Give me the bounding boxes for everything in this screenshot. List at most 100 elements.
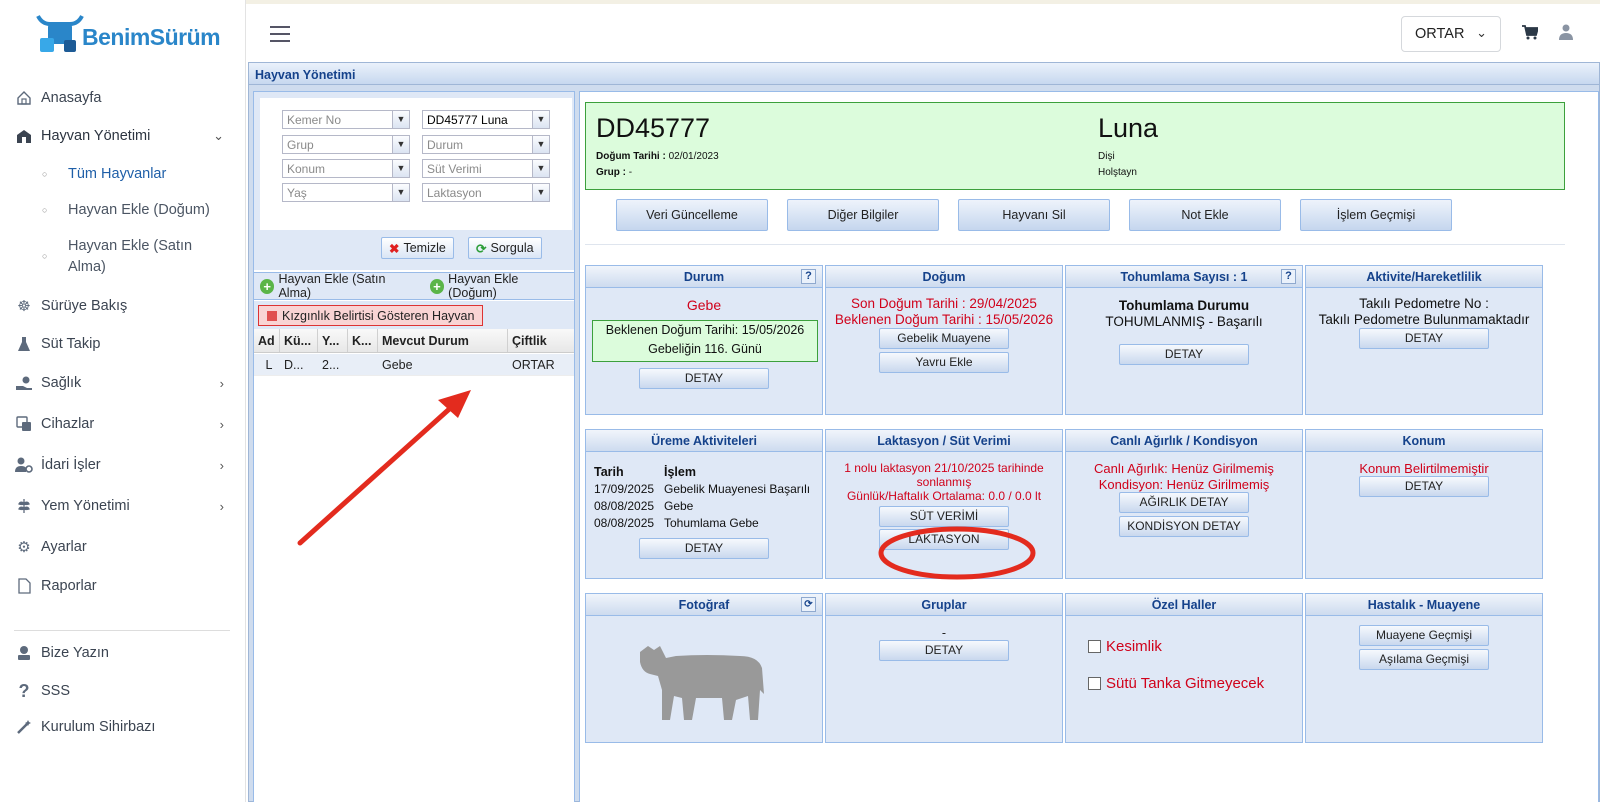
dropdown-arrow-icon[interactable]: ▼ [532, 184, 549, 201]
estrus-filter-button[interactable]: Kızgınlık Belirtisi Gösteren Hayvan [258, 305, 484, 326]
status-select[interactable]: Durum ▼ [422, 135, 550, 154]
card-title-text: Tohumlama Sayısı : 1 [1120, 270, 1248, 284]
add-calf-button[interactable]: Yavru Ekle [879, 352, 1009, 373]
card-title: Konum [1306, 430, 1542, 452]
table-row: 08/08/2025 Gebe [594, 498, 810, 515]
farm-select[interactable]: ORTAR ⌄ [1401, 16, 1501, 52]
dropdown-arrow-icon[interactable]: ▼ [532, 160, 549, 177]
birth-date-value: 02/01/2023 [668, 151, 719, 162]
dropdown-arrow-icon[interactable]: ▼ [392, 136, 409, 153]
weight-detail-button[interactable]: AĞIRLIK DETAY [1119, 492, 1249, 513]
dropdown-arrow-icon[interactable]: ▼ [392, 111, 409, 128]
estrus-bar: Kızgınlık Belirtisi Gösteren Hayvan [254, 301, 574, 329]
dropdown-arrow-icon[interactable]: ▼ [532, 136, 549, 153]
sidebar-item-herd-overview[interactable]: ☸ Sürüye Bakış [14, 296, 234, 316]
sidebar-subitem-add-purchase[interactable]: ○ Hayvan Ekle (Satın Alma) [42, 236, 222, 278]
checkbox[interactable] [1088, 640, 1101, 653]
column-header[interactable]: Mevcut Durum [378, 329, 508, 352]
other-info-button[interactable]: Diğer Bilgiler [787, 199, 939, 231]
group-row: Grup : - [596, 167, 632, 178]
red-square-icon [267, 310, 277, 321]
refresh-icon[interactable]: ⟳ [801, 597, 816, 612]
add-animal-purchase-button[interactable]: + Hayvan Ekle (Satın Alma) [260, 272, 416, 300]
chevron-down-icon: ⌄ [213, 128, 224, 143]
card-body: Konum Belirtilmemiştir DETAY [1306, 452, 1542, 497]
sidebar-item-faq[interactable]: ? SSS [14, 681, 234, 701]
condition-detail-button[interactable]: KONDİSYON DETAY [1119, 516, 1249, 537]
location-select[interactable]: Konum ▼ [282, 159, 410, 178]
vaccination-history-button[interactable]: Aşılama Geçmişi [1359, 649, 1489, 670]
chevron-right-icon: › [219, 416, 224, 432]
flask-icon [14, 334, 34, 354]
lactation-button[interactable]: LAKTASYON [879, 529, 1009, 550]
hamburger-menu-icon[interactable] [270, 26, 290, 47]
column-header[interactable]: Çiftlik [508, 329, 574, 352]
query-button[interactable]: ⟳ Sorgula [468, 237, 542, 259]
help-icon[interactable]: ? [801, 269, 816, 284]
milk-yield-button[interactable]: SÜT VERİMİ [879, 506, 1009, 527]
pregnancy-exam-button[interactable]: Gebelik Muayene [879, 328, 1009, 349]
sidebar-item-label: Süt Takip [41, 336, 101, 352]
insemination-card: Tohumlama Sayısı : 1? Tohumlama Durumu T… [1065, 265, 1303, 415]
sidebar-subitem-add-birth[interactable]: ○ Hayvan Ekle (Doğum) [42, 200, 222, 221]
animal-search-combo[interactable]: DD45777 Luna ▼ [422, 110, 550, 129]
group-select[interactable]: Grup ▼ [282, 135, 410, 154]
dropdown-arrow-icon[interactable]: ▼ [392, 160, 409, 177]
exam-history-button[interactable]: Muayene Geçmişi [1359, 625, 1489, 646]
insemination-detail-button[interactable]: DETAY [1119, 344, 1249, 365]
update-data-button[interactable]: Veri Güncelleme [616, 199, 768, 231]
sidebar-item-settings[interactable]: ⚙ Ayarlar [14, 537, 234, 557]
magic-wand-icon [14, 717, 34, 737]
insemination-state: TOHUMLANMIŞ - Başarılı [1105, 314, 1263, 329]
help-icon[interactable]: ? [1281, 269, 1296, 284]
user-icon[interactable] [1559, 24, 1573, 45]
column-header[interactable]: Kü... [280, 329, 318, 352]
checkbox[interactable] [1088, 677, 1101, 690]
group-label: Grup : [596, 167, 626, 178]
age-select[interactable]: Yaş ▼ [282, 183, 410, 202]
table-row[interactable]: L D... 2... Gebe ORTAR [254, 354, 574, 376]
document-icon [14, 576, 34, 596]
sidebar-item-admin[interactable]: İdari İşler › [14, 455, 234, 475]
milk-yield-select[interactable]: Süt Verimi ▼ [422, 159, 550, 178]
breeding-detail-button[interactable]: DETAY [639, 538, 769, 559]
photo-card: Fotoğraf ⟳ [585, 593, 823, 743]
status-detail-button[interactable]: DETAY [639, 368, 769, 389]
add-animal-birth-button[interactable]: + Hayvan Ekle (Doğum) [429, 272, 566, 300]
sidebar-item-milk-tracking[interactable]: Süt Takip [14, 334, 234, 354]
location-detail-button[interactable]: DETAY [1359, 476, 1489, 497]
slaughter-checkbox[interactable]: Kesimlik [1088, 638, 1162, 655]
belt-no-select[interactable]: Kemer No ▼ [282, 110, 410, 129]
refresh-icon: ⟳ [476, 241, 487, 256]
clear-button[interactable]: ✖ Temizle [381, 237, 454, 259]
sidebar-item-home[interactable]: Anasayfa [14, 88, 234, 108]
contact-icon [14, 643, 34, 663]
dropdown-arrow-icon[interactable]: ▼ [532, 111, 549, 128]
add-note-button[interactable]: Not Ekle [1129, 199, 1281, 231]
sidebar-item-contact[interactable]: Bize Yazın [14, 643, 234, 663]
brand-logo[interactable]: BenimSürüm [34, 10, 221, 56]
dropdown-arrow-icon[interactable]: ▼ [392, 184, 409, 201]
milk-not-to-tank-checkbox[interactable]: Sütü Tanka Gitmeyecek [1088, 675, 1264, 692]
expected-birth-date: Beklenen Doğum Tarihi : 15/05/2026 [834, 312, 1054, 327]
delete-animal-button[interactable]: Hayvanı Sil [958, 199, 1110, 231]
sidebar-subitem-all-animals[interactable]: ○ Tüm Hayvanlar [42, 164, 222, 185]
barn-icon [14, 126, 34, 146]
column-header[interactable]: Y... [318, 329, 348, 352]
animal-breed: Holştayn [1098, 167, 1137, 178]
activity-detail-button[interactable]: DETAY [1359, 328, 1489, 349]
history-button[interactable]: İşlem Geçmişi [1300, 199, 1452, 231]
lactation-line: sonlanmış [916, 475, 972, 489]
column-header[interactable]: Ad [254, 329, 280, 352]
cart-icon[interactable] [1522, 25, 1540, 45]
groups-detail-button[interactable]: DETAY [879, 640, 1009, 661]
sidebar-item-devices[interactable]: Cihazlar › [14, 414, 234, 434]
sidebar-item-health[interactable]: Sağlık › [14, 373, 234, 393]
sidebar-item-reports[interactable]: Raporlar [14, 576, 234, 596]
cow-silhouette-icon [636, 632, 768, 727]
lactation-select[interactable]: Laktasyon ▼ [422, 183, 550, 202]
column-header[interactable]: K... [348, 329, 378, 352]
sidebar-item-feed[interactable]: Yem Yönetimi › [14, 496, 234, 516]
sidebar-item-setup-wizard[interactable]: Kurulum Sihirbazı [14, 717, 234, 737]
sidebar-item-animal-management[interactable]: Hayvan Yönetimi ⌄ [14, 126, 234, 146]
